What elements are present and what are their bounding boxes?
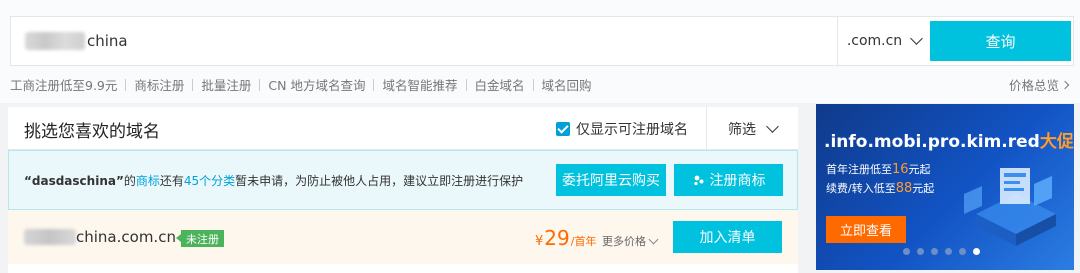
suffix-value: .com.cn [846,33,903,49]
price-overview-label: 价格总览 [1008,78,1059,93]
price: ¥ 29 /首年 [535,226,596,250]
chevron-down-icon [910,32,924,45]
quicklink-business-registration[interactable]: 工商注册低至9.9元 [10,75,117,94]
panel-header: 挑选您喜欢的域名 仅显示可注册域名 筛选 [8,107,798,150]
banner-text: 首年注册低至 [826,163,892,176]
carousel-dot[interactable] [959,248,966,255]
banner-title: .info.mobi.pro.kim.red大促 [824,127,1074,152]
banner-title-text: .info.mobi.pro.kim.red [824,132,1040,152]
view-now-button[interactable]: 立即查看 [826,216,906,243]
banner-text: 元起 [912,182,935,195]
price-amount: 29 [544,226,570,250]
quicklink-batch-register[interactable]: 批量注册 [201,75,251,94]
divider [465,78,467,91]
chevron-right-icon [1060,80,1070,89]
more-price-label: 更多价格 [602,235,646,248]
add-to-list-button[interactable]: 加入清单 [673,221,782,253]
result-domain: china.com.cn [76,228,176,246]
carousel-dot[interactable] [931,248,938,255]
divider [259,78,261,91]
price-currency: ¥ [535,234,544,249]
banner-line-1: 首年注册低至16元起 [826,161,931,177]
banner-promo: 大促 [1039,132,1074,152]
notice-text: “dasdaschina”的商标还有45个分类暂未申请，为防止被他人占用，建议立… [24,172,523,189]
quicklinks: 工商注册低至9.9元 商标注册 批量注册 CN 地方域名查询 域名智能推荐 白金… [10,75,592,94]
divider [373,78,375,91]
banner-line-2: 续费/转入低至88元起 [826,180,934,196]
suffix-select[interactable]: .com.cn [837,17,930,65]
divider [125,78,127,91]
notice-text-part: 暂未申请，为防止被他人占用，建议立即注册进行保护 [235,174,524,188]
chevron-down-icon [648,234,659,244]
search-header: .com.cn 查询 工商注册低至9.9元 商标注册 批量注册 CN 地方域名查… [0,0,1080,103]
quicklink-platinum[interactable]: 白金域名 [475,75,525,94]
domain-search-input[interactable] [11,17,837,65]
notice-text-part: 的 [123,174,136,188]
classes-link[interactable]: 45个分类 [184,174,235,188]
carousel-dot[interactable] [973,248,980,255]
trademark-notice: “dasdaschina”的商标还有45个分类暂未申请，为防止被他人占用，建议立… [8,150,798,210]
register-trademark-button[interactable]: 注册商标 [674,164,783,196]
carousel-dot[interactable] [945,248,952,255]
banner-text: 续费/转入低至 [826,182,896,195]
domain-search-bar: .com.cn 查询 [10,16,1074,66]
banner-highlight: 88 [895,181,913,196]
banner-highlight: 16 [892,162,909,177]
register-trademark-label: 注册商标 [709,173,766,189]
carousel-dot[interactable] [903,248,910,255]
filter-dropdown[interactable]: 筛选 [706,107,798,150]
filter-label: 筛选 [728,121,756,138]
divider [532,78,534,91]
domain-results-panel: 挑选您喜欢的域名 仅显示可注册域名 筛选 “dasdaschina”的商标还有4… [8,107,798,273]
trust-purchase-button[interactable]: 委托阿里云购买 [556,164,666,196]
promo-banner[interactable]: .info.mobi.pro.kim.red大促 首年注册低至16元起 续费/转… [816,104,1074,270]
price-overview-link[interactable]: 价格总览 [1008,75,1070,94]
panel-title: 挑选您喜欢的域名 [24,122,160,142]
quicklink-buyback[interactable]: 域名回购 [542,75,592,94]
chevron-down-icon [766,119,779,133]
divider [192,78,194,91]
notice-domain: “dasdaschina” [24,174,124,188]
carousel-dots [903,248,980,255]
query-button[interactable]: 查询 [930,21,1071,61]
quicklink-smart-recommend[interactable]: 域名智能推荐 [382,75,457,94]
trademark-link[interactable]: 商标 [136,174,160,188]
carousel-dot[interactable] [917,248,924,255]
trademark-icon [693,175,703,186]
banner-text: 元起 [908,163,931,176]
server-illustration-icon [964,168,1056,246]
quicklink-cn-regional[interactable]: CN 地方域名查询 [268,75,365,94]
price-period: /首年 [570,235,597,248]
status-badge: 未注册 [176,230,224,247]
checkbox-checked-icon[interactable] [556,122,570,136]
quicklink-trademark[interactable]: 商标注册 [134,75,184,94]
only-available-label: 仅显示可注册域名 [576,122,688,138]
more-price-dropdown[interactable]: 更多价格 [602,233,659,249]
domain-result-row: china.com.cn 未注册 ¥ 29 /首年 更多价格 加入清单 [8,210,798,264]
notice-text-part: 还有 [159,174,184,188]
redacted-text [24,229,76,245]
only-available-toggle[interactable]: 仅显示可注册域名 [556,119,688,139]
